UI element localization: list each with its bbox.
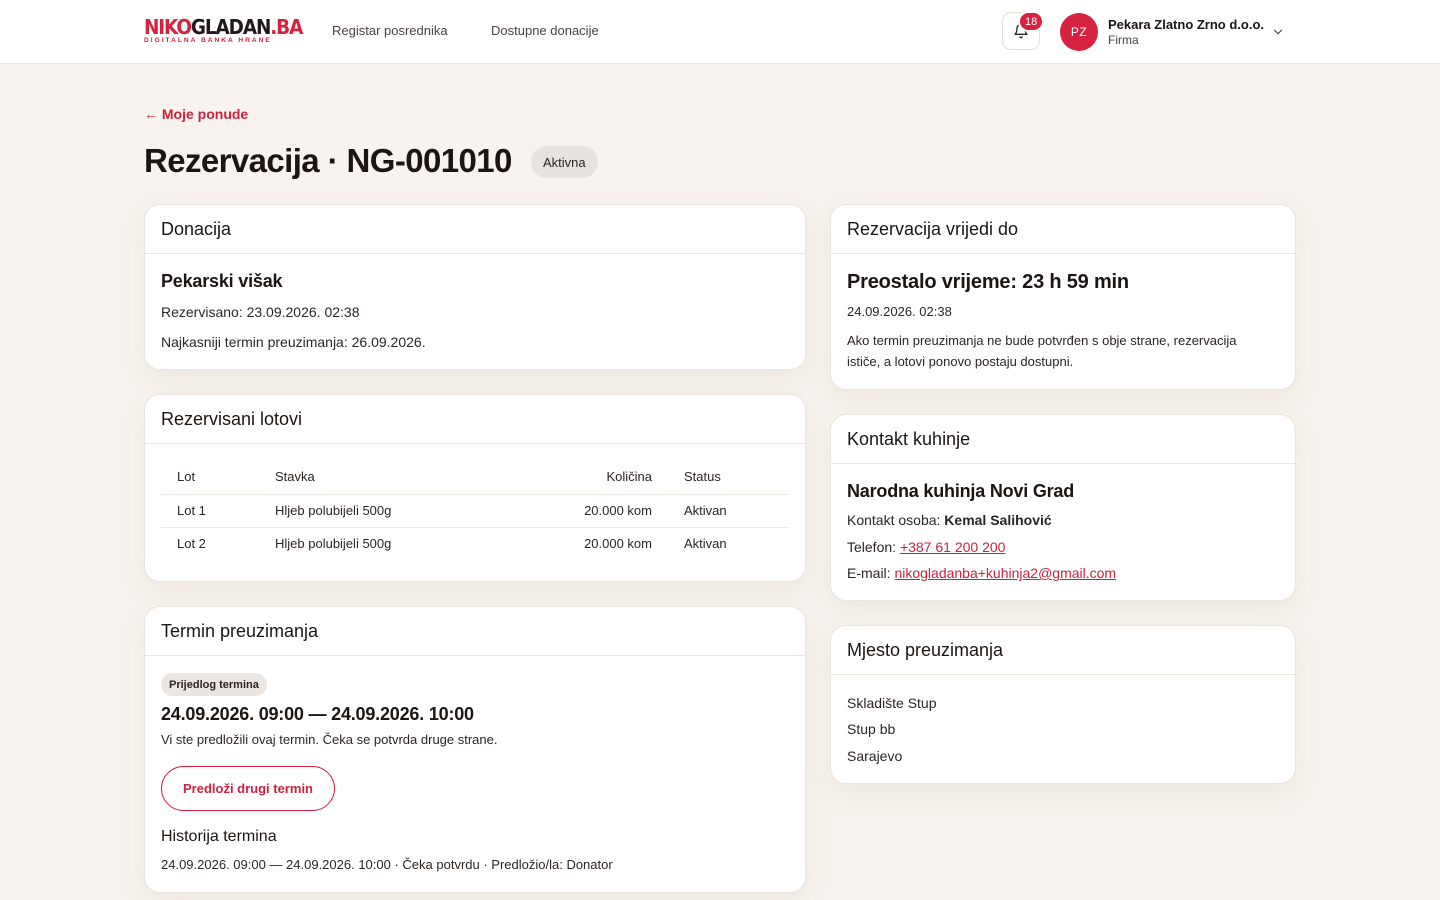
table-header-row: Lot Stavka Količina Status xyxy=(161,459,789,494)
item-cell: Hljeb polubijeli 500g xyxy=(259,493,489,527)
quantity-cell: 20.000 kom xyxy=(489,526,668,560)
reservation-validity-card-title: Rezervacija vrijedi do xyxy=(831,205,1295,254)
pickup-term-note: Vi ste predložili ovaj termin. Čeka se p… xyxy=(161,732,498,747)
back-to-my-offers-link[interactable]: ← Moje ponude xyxy=(144,106,248,122)
page-title: Rezervacija · NG-001010 xyxy=(144,142,512,179)
quantity-cell: 20.000 kom xyxy=(489,493,668,527)
avatar[interactable]: PZ xyxy=(1060,13,1098,51)
remaining-time: Preostalo vrijeme: 23 h 59 min xyxy=(847,271,1129,293)
email-link[interactable]: nikogladanba+kuhinja2@gmail.com xyxy=(894,565,1116,581)
contact-person-label: Kontakt osoba: xyxy=(847,512,945,528)
column-header-status: Status xyxy=(684,468,721,484)
nav-link-registar-posrednika[interactable]: Registar posrednika xyxy=(332,23,448,38)
validity-note-line-2: ističe, a lotovi ponovo postaju dostupni… xyxy=(847,354,1074,369)
validity-note-line-1: Ako termin preuzimanja ne bude potvrđen … xyxy=(847,333,1237,348)
notification-count-badge: 18 xyxy=(1018,11,1045,32)
table-row: Lot 1 Hljeb polubijeli 500g 20.000 kom A… xyxy=(161,493,789,527)
term-history-title: Historija termina xyxy=(161,828,277,845)
user-name[interactable]: Pekara Zlatno Zrno d.o.o. xyxy=(1108,17,1264,32)
pickup-place-line: Sarajevo xyxy=(847,748,903,764)
contact-email-row: E-mail: nikogladanba+kuhinja2@gmail.com xyxy=(847,565,1116,581)
top-navigation-bar: NIKOGLADAN.BA DIGITALNA BANKA HRANE Regi… xyxy=(0,0,1440,64)
pickup-place-line: Stup bb xyxy=(847,721,896,737)
table-row: Lot 2 Hljeb polubijeli 500g 20.000 kom A… xyxy=(161,526,789,560)
user-role: Firma xyxy=(1108,33,1139,47)
lot-cell: Lot 1 xyxy=(161,493,259,527)
email-label: E-mail: xyxy=(847,565,895,581)
reserved-lots-card: Rezervisani lotovi Lot Stavka Količina S… xyxy=(144,394,806,582)
logo-wordmark: NIKOGLADAN.BA xyxy=(144,15,303,39)
pickup-term-card: Termin preuzimanja Prijedlog termina 24.… xyxy=(144,606,806,893)
phone-label: Telefon: xyxy=(847,539,900,555)
pickup-place-line: Skladište Stup xyxy=(847,695,937,711)
contact-phone-row: Telefon: +387 61 200 200 xyxy=(847,539,1005,555)
term-history-entry: 24.09.2026. 09:00 — 24.09.2026. 10:00 · … xyxy=(161,857,613,872)
status-badge: Aktivna xyxy=(531,146,598,178)
phone-link[interactable]: +387 61 200 200 xyxy=(900,539,1006,555)
propose-other-term-button[interactable]: Predloži drugi termin xyxy=(161,766,335,811)
reservation-validity-card: Rezervacija vrijedi do Preostalo vrijeme… xyxy=(830,204,1296,390)
column-header-lot: Lot xyxy=(177,468,196,484)
lots-table: Lot Stavka Količina Status Lot 1 Hljeb p… xyxy=(161,459,789,560)
column-header-item: Stavka xyxy=(275,468,315,484)
contact-person-name: Kemal Salihović xyxy=(944,512,1052,528)
kitchen-contact-card-title: Kontakt kuhinje xyxy=(831,415,1295,464)
nav-link-dostupne-donacije[interactable]: Dostupne donacije xyxy=(491,23,599,38)
item-cell: Hljeb polubijeli 500g xyxy=(259,526,489,560)
lot-cell: Lot 2 xyxy=(161,526,259,560)
term-proposal-badge: Prijedlog termina xyxy=(161,673,267,696)
pickup-term-card-title: Termin preuzimanja xyxy=(145,607,805,656)
donation-card: Donacija Pekarski višak Rezervisano: 23.… xyxy=(144,204,806,370)
kitchen-contact-card: Kontakt kuhinje Narodna kuhinja Novi Gra… xyxy=(830,414,1296,601)
reserved-date: Rezervisano: 23.09.2026. 02:38 xyxy=(161,304,360,320)
status-cell: Aktivan xyxy=(668,493,789,527)
donation-card-title: Donacija xyxy=(145,205,805,254)
donation-name: Pekarski višak xyxy=(161,271,283,291)
column-header-quantity: Količina xyxy=(606,468,652,484)
kitchen-name: Narodna kuhinja Novi Grad xyxy=(847,481,1075,501)
pickup-term-range: 24.09.2026. 09:00 — 24.09.2026. 10:00 xyxy=(161,704,474,724)
valid-until-date: 24.09.2026. 02:38 xyxy=(847,304,952,319)
pickup-place-card: Mjesto preuzimanja Skladište Stup Stup b… xyxy=(830,625,1296,784)
contact-person-row: Kontakt osoba: Kemal Salihović xyxy=(847,512,1052,528)
status-cell: Aktivan xyxy=(668,526,789,560)
latest-pickup-date: Najkasniji termin preuzimanja: 26.09.202… xyxy=(161,334,426,350)
chevron-down-icon[interactable] xyxy=(1271,25,1285,39)
pickup-place-card-title: Mjesto preuzimanja xyxy=(831,626,1295,675)
brand-logo[interactable]: NIKOGLADAN.BA DIGITALNA BANKA HRANE xyxy=(144,17,316,45)
reserved-lots-card-title: Rezervisani lotovi xyxy=(145,395,805,444)
